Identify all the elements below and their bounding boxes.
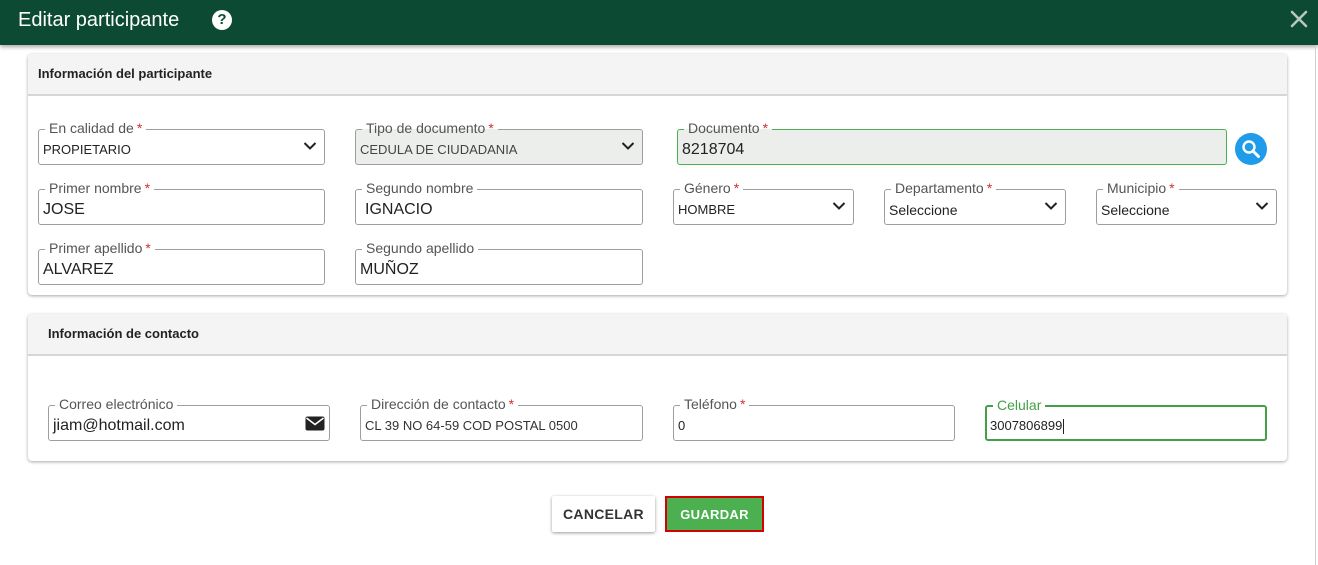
chevron-down-icon bbox=[1044, 202, 1058, 210]
calidad-value: PROPIETARIO bbox=[43, 142, 131, 157]
genero-value: HOMBRE bbox=[678, 202, 736, 217]
celular-label: Celular bbox=[993, 396, 1046, 414]
calidad-select[interactable]: En calidad de * PROPIETARIO bbox=[38, 119, 325, 165]
primer-nombre-input[interactable]: Primer nombre * JOSE bbox=[38, 179, 325, 225]
correo-label: Correo electrónico bbox=[55, 395, 178, 413]
cancel-button[interactable]: CANCELAR bbox=[552, 496, 655, 532]
envelope-icon bbox=[305, 416, 325, 431]
celular-value: 3007806899 bbox=[990, 418, 1065, 435]
municipio-select[interactable]: Municipio * Seleccione bbox=[1096, 179, 1277, 225]
telefono-value: 0 bbox=[678, 418, 686, 433]
direccion-label: Dirección de contacto * bbox=[367, 395, 519, 413]
search-icon bbox=[1242, 140, 1260, 158]
genero-label: Género * bbox=[680, 179, 744, 197]
municipio-label: Municipio * bbox=[1103, 179, 1179, 197]
direccion-value: CL 39 NO 64-59 COD POSTAL 0500 bbox=[365, 418, 578, 433]
question-circle-icon[interactable]: ? bbox=[212, 10, 232, 30]
primer-apellido-value: ALVAREZ bbox=[43, 261, 114, 278]
chevron-down-icon bbox=[1255, 202, 1269, 210]
chevron-down-icon bbox=[303, 142, 317, 150]
segundo-apellido-value: MUÑOZ bbox=[360, 261, 419, 278]
search-document-button[interactable] bbox=[1235, 133, 1267, 165]
chevron-down-icon bbox=[832, 202, 846, 210]
direccion-input[interactable]: Dirección de contacto * CL 39 NO 64-59 CO… bbox=[360, 395, 643, 441]
primer-apellido-input[interactable]: Primer apellido * ALVAREZ bbox=[38, 239, 325, 285]
departamento-label: Departamento * bbox=[891, 179, 997, 197]
celular-input[interactable]: Celular 3007806899 bbox=[985, 396, 1267, 441]
municipio-value: Seleccione bbox=[1101, 202, 1170, 218]
segundo-apellido-input[interactable]: Segundo apellido MUÑOZ bbox=[355, 239, 643, 285]
departamento-select[interactable]: Departamento * Seleccione bbox=[884, 179, 1066, 225]
primer-apellido-label: Primer apellido * bbox=[45, 239, 155, 257]
segundo-nombre-value: IGNACIO bbox=[365, 201, 433, 218]
tipo-documento-label: Tipo de documento * bbox=[362, 119, 498, 137]
correo-input[interactable]: Correo electrónico jiam@hotmail.com bbox=[48, 395, 330, 441]
primer-nombre-label: Primer nombre * bbox=[45, 179, 155, 197]
dialog-right-border bbox=[1315, 45, 1316, 565]
calidad-label: En calidad de * bbox=[45, 119, 147, 137]
tipo-documento-select[interactable]: Tipo de documento * CEDULA DE CIUDADANIA bbox=[355, 119, 643, 165]
close-icon[interactable] bbox=[1288, 8, 1310, 30]
documento-value: 8218704 bbox=[682, 141, 745, 158]
documento-label: Documento * bbox=[684, 119, 773, 137]
telefono-input[interactable]: Teléfono * 0 bbox=[673, 395, 955, 441]
save-button[interactable]: GUARDAR bbox=[665, 496, 764, 532]
correo-value: jiam@hotmail.com bbox=[53, 417, 185, 434]
text-caret bbox=[1063, 419, 1065, 435]
tipo-documento-value: CEDULA DE CIUDADANIA bbox=[360, 142, 518, 157]
participant-info-title: Información del participante bbox=[28, 54, 1287, 96]
segundo-apellido-label: Segundo apellido bbox=[362, 239, 479, 257]
departamento-value: Seleccione bbox=[889, 202, 958, 218]
chevron-down-icon bbox=[621, 142, 635, 150]
documento-input[interactable]: Documento * 8218704 bbox=[677, 119, 1227, 165]
primer-nombre-value: JOSE bbox=[43, 201, 85, 218]
telefono-label: Teléfono * bbox=[680, 395, 750, 413]
dialog-header: Editar participante ? bbox=[0, 0, 1318, 45]
segundo-nombre-input[interactable]: Segundo nombre IGNACIO bbox=[355, 179, 643, 225]
genero-select[interactable]: Género * HOMBRE bbox=[673, 179, 854, 225]
dialog-title: Editar participante bbox=[18, 9, 180, 31]
segundo-nombre-label: Segundo nombre bbox=[362, 179, 478, 197]
contact-info-title: Información de contacto bbox=[28, 314, 1287, 356]
